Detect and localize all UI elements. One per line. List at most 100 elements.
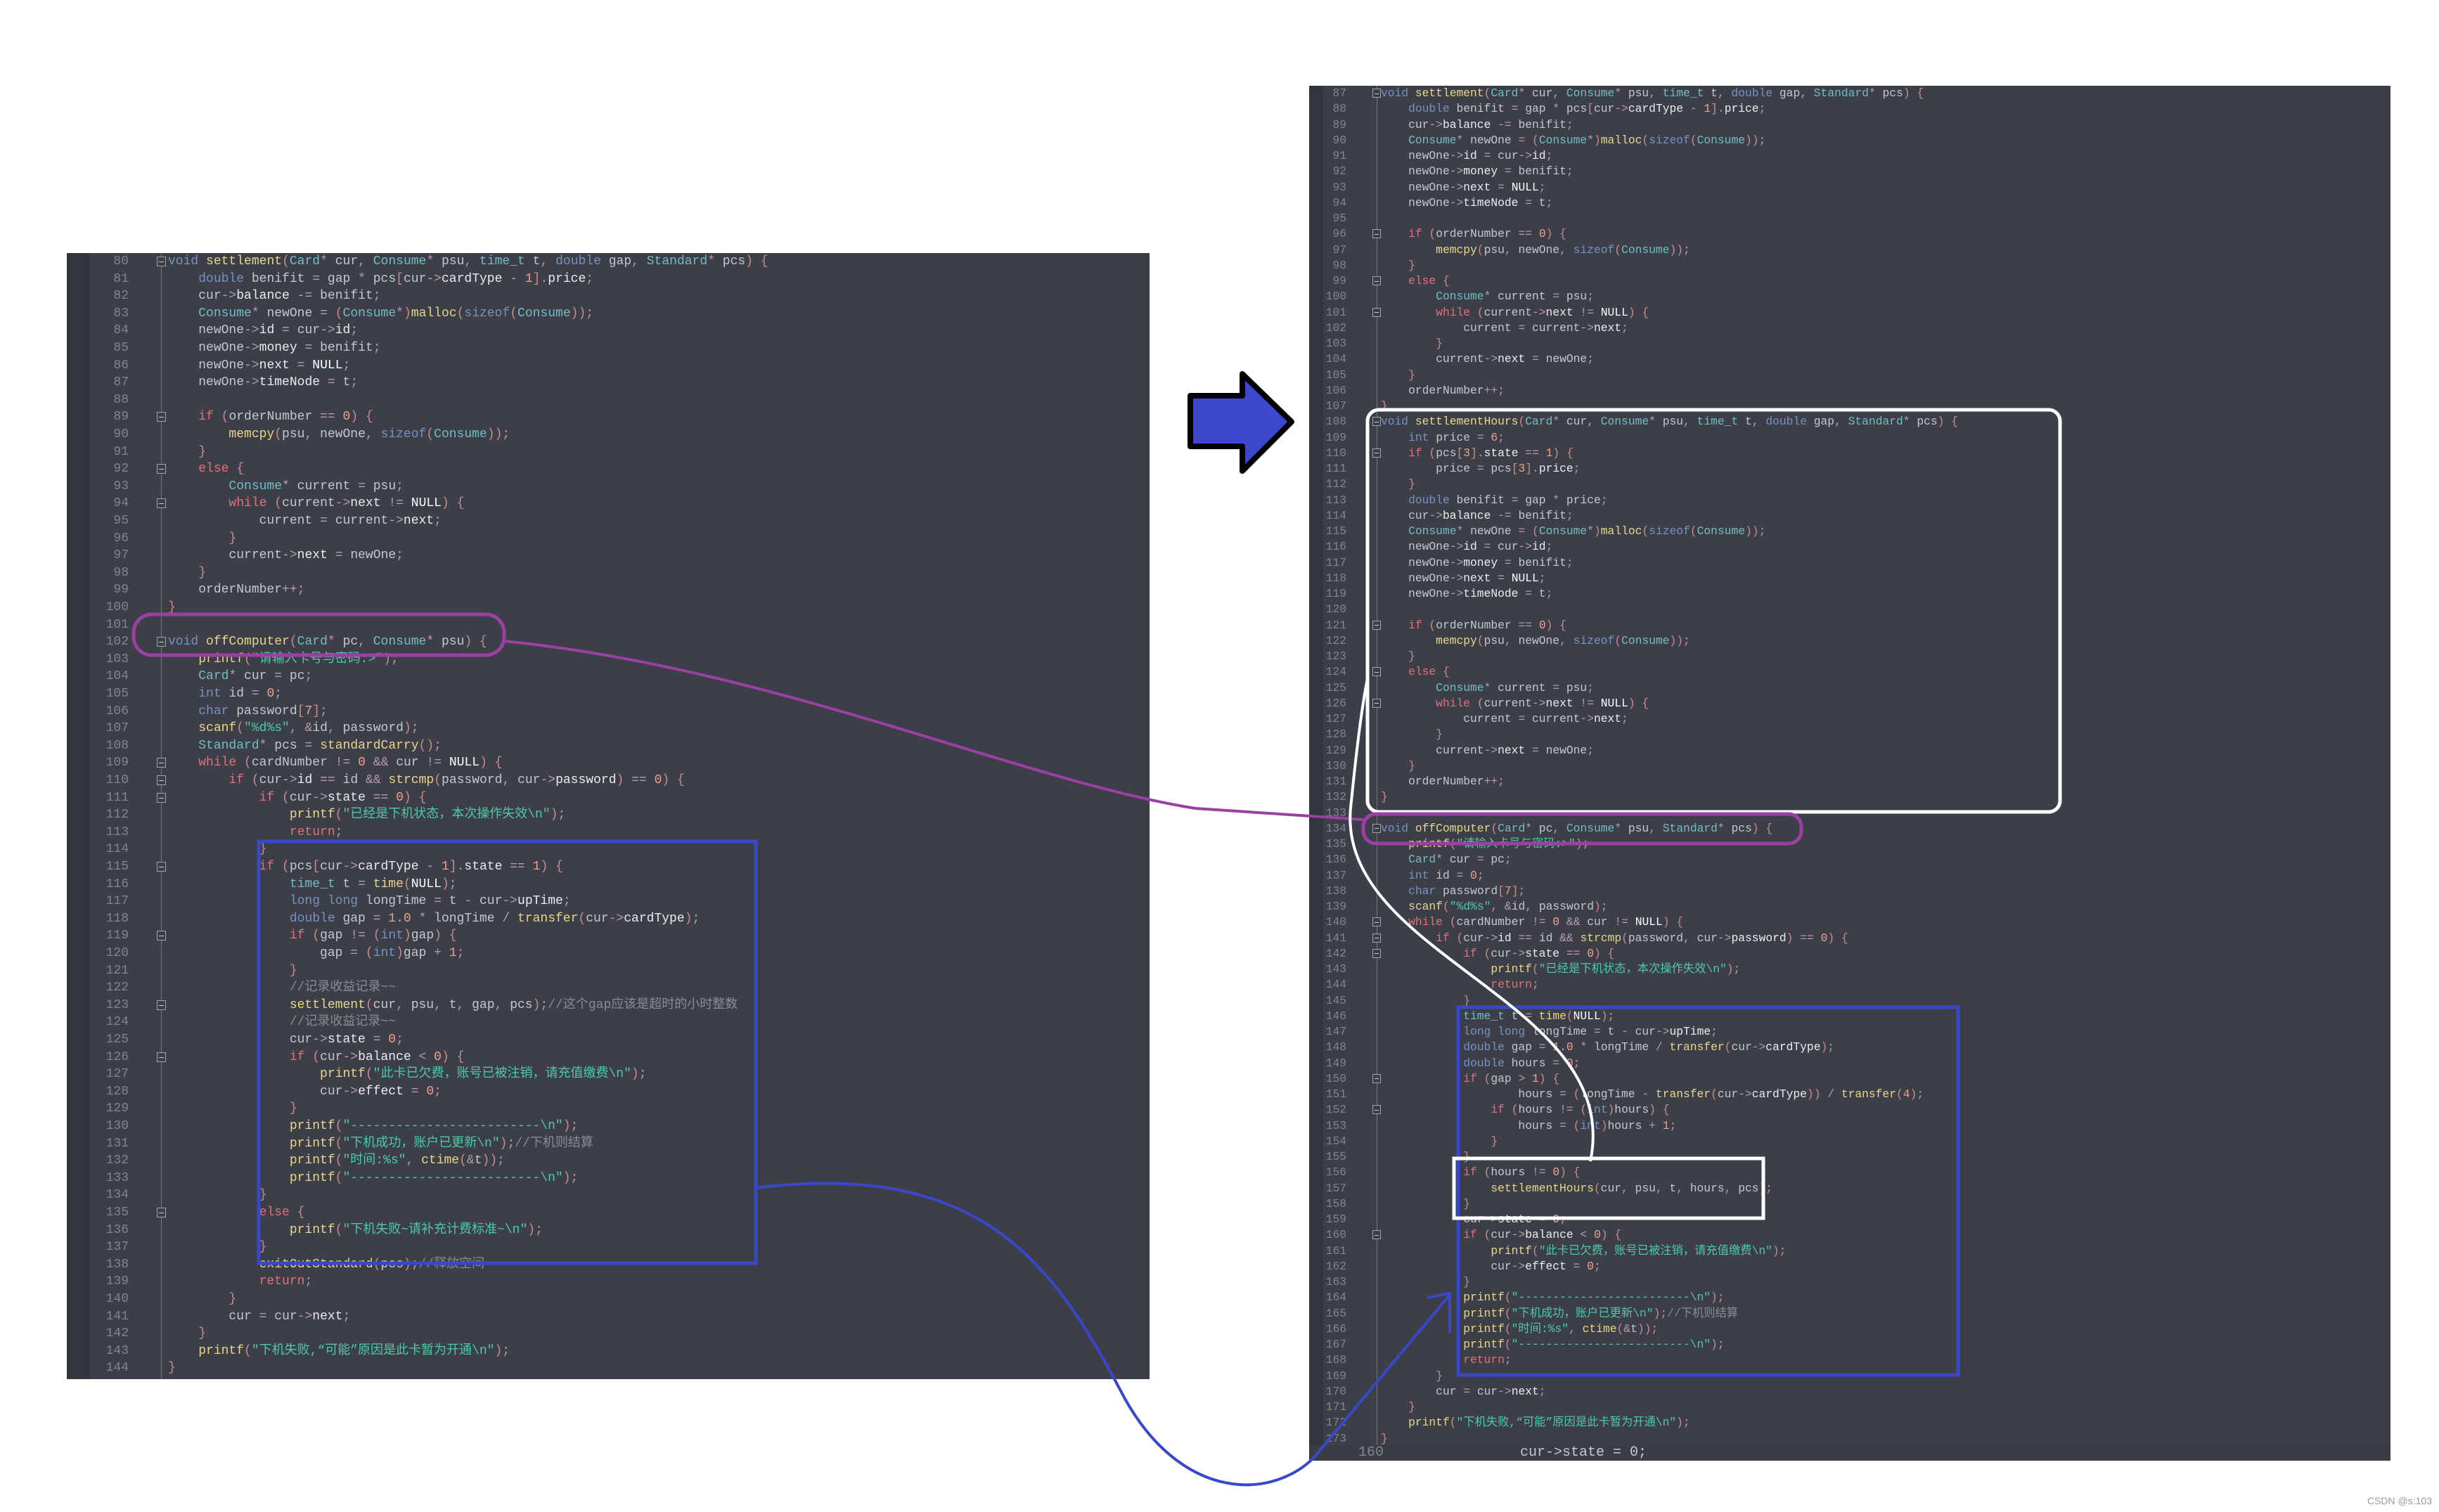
code-text[interactable]: while (cardNumber != 0 && cur != NULL) {: [168, 754, 502, 772]
fold-collapse-icon[interactable]: [157, 1000, 166, 1010]
code-text[interactable]: printf("-------------------------\n");: [168, 1118, 579, 1135]
code-text[interactable]: Standard* pcs = standardCarry();: [168, 737, 442, 755]
code-text[interactable]: //记录收益记录~~: [168, 1014, 396, 1031]
code-text[interactable]: Consume* current = psu;: [168, 478, 404, 496]
code-text[interactable]: Consume* current = psu;: [1381, 289, 1594, 304]
code-text[interactable]: current->next = newOne;: [1381, 743, 1594, 758]
code-text[interactable]: //记录收益记录~~: [168, 979, 396, 997]
code-text[interactable]: }: [1381, 789, 1388, 805]
fold-collapse-icon[interactable]: [157, 637, 166, 647]
fold-collapse-icon[interactable]: [1372, 1105, 1381, 1115]
code-text[interactable]: printf("时间:%s", ctime(&t));: [1381, 1322, 1658, 1337]
fold-collapse-icon[interactable]: [157, 412, 166, 422]
code-text[interactable]: else {: [1381, 664, 1450, 680]
fold-collapse-icon[interactable]: [1372, 698, 1381, 708]
code-text[interactable]: orderNumber++;: [1381, 774, 1505, 789]
code-text[interactable]: int id = 0;: [168, 685, 282, 703]
code-text[interactable]: if (pcs[3].state == 1) {: [1381, 446, 1574, 461]
code-text[interactable]: }: [168, 962, 297, 980]
code-text[interactable]: double hours = 0;: [1381, 1056, 1580, 1071]
code-text[interactable]: current = current->next;: [1381, 321, 1628, 336]
code-text[interactable]: else {: [1381, 273, 1450, 289]
code-text[interactable]: }: [168, 444, 206, 461]
code-text[interactable]: cur->balance -= benifit;: [1381, 117, 1574, 133]
code-text[interactable]: printf("下机失败,“可能”原因是此卡暂为开通\n");: [168, 1343, 510, 1360]
fold-collapse-icon[interactable]: [157, 931, 166, 941]
code-text[interactable]: scanf("%d%s", &id, password);: [168, 720, 418, 737]
code-text[interactable]: current->next = newOne;: [1381, 351, 1594, 367]
fold-collapse-icon[interactable]: [1372, 89, 1381, 98]
code-text[interactable]: while (current->next != NULL) {: [168, 495, 464, 512]
code-text[interactable]: exitOutStandard(pcs);//释放空间: [168, 1256, 484, 1274]
code-text[interactable]: if (pcs[cur->cardType - 1].state == 1) {: [168, 858, 563, 876]
code-text[interactable]: memcpy(psu, newOne, sizeof(Consume));: [1381, 633, 1690, 649]
code-text[interactable]: long long longTime = t - cur->upTime;: [168, 893, 571, 910]
code-text[interactable]: }: [168, 841, 267, 858]
code-text[interactable]: cur->effect = 0;: [1381, 1259, 1600, 1274]
code-text[interactable]: price = pcs[3].price;: [1381, 461, 1580, 477]
code-text[interactable]: printf("下机成功，账户已更新\n");//下机则结算: [168, 1135, 593, 1153]
code-text[interactable]: Consume* current = psu;: [1381, 680, 1594, 696]
code-text[interactable]: scanf("%d%s", &id, password);: [1381, 899, 1607, 915]
fold-collapse-icon[interactable]: [157, 862, 166, 872]
code-text[interactable]: newOne->timeNode = t;: [168, 374, 358, 392]
code-text[interactable]: printf("此卡已欠费，账号已被注销，请充值缴费\n");: [1381, 1243, 1786, 1259]
code-text[interactable]: if (gap != (int)gap) {: [168, 927, 457, 945]
code-text[interactable]: }: [168, 1359, 176, 1377]
code-text[interactable]: if (cur->id == id && strcmp(password, cu…: [168, 772, 684, 789]
fold-collapse-icon[interactable]: [157, 464, 166, 474]
code-text[interactable]: memcpy(psu, newOne, sizeof(Consume));: [168, 426, 510, 444]
code-text[interactable]: }: [1381, 399, 1388, 414]
code-text[interactable]: orderNumber++;: [1381, 383, 1505, 399]
code-text[interactable]: if (gap > 1) {: [1381, 1071, 1559, 1087]
code-text[interactable]: gap = (int)gap + 1;: [168, 945, 464, 962]
code-text[interactable]: }: [1381, 993, 1470, 1009]
code-text[interactable]: return;: [168, 824, 343, 841]
code-text[interactable]: if (orderNumber == 0) {: [168, 408, 373, 426]
code-text[interactable]: }: [1381, 1196, 1470, 1212]
fold-collapse-icon[interactable]: [1372, 1230, 1381, 1240]
code-text[interactable]: double gap = 1.0 * longTime / transfer(c…: [1381, 1040, 1834, 1055]
code-text[interactable]: while (cardNumber != 0 && cur != NULL) {: [1381, 915, 1683, 930]
code-text[interactable]: }: [168, 1291, 236, 1308]
code-text[interactable]: while (current->next != NULL) {: [1381, 696, 1649, 711]
code-text[interactable]: }: [1381, 1134, 1498, 1149]
code-text[interactable]: double benifit = gap * pcs[cur->cardType…: [168, 271, 593, 288]
code-text[interactable]: }: [1381, 336, 1443, 351]
code-text[interactable]: cur->effect = 0;: [168, 1083, 442, 1101]
code-text[interactable]: if (cur->state == 0) {: [168, 789, 427, 807]
code-text[interactable]: return;: [1381, 1352, 1511, 1368]
code-text[interactable]: newOne->money = benifit;: [168, 340, 380, 357]
code-text[interactable]: else {: [168, 460, 244, 478]
fold-collapse-icon[interactable]: [1372, 448, 1381, 458]
code-text[interactable]: Consume* newOne = (Consume*)malloc(sizeo…: [168, 305, 593, 323]
fold-collapse-icon[interactable]: [1372, 933, 1381, 943]
code-text[interactable]: if (cur->balance < 0) {: [168, 1049, 465, 1066]
code-text[interactable]: printf("时间:%s", ctime(&t));: [168, 1152, 505, 1170]
code-text[interactable]: cur->balance -= benifit;: [168, 287, 380, 305]
code-text[interactable]: settlement(cur, psu, t, gap, pcs);//这个ga…: [168, 997, 738, 1014]
code-text[interactable]: newOne->id = cur->id;: [1381, 539, 1552, 555]
code-text[interactable]: Card* cur = pc;: [168, 668, 312, 685]
code-text[interactable]: }: [1381, 649, 1415, 664]
code-text[interactable]: hours = (longTime - transfer(cur->cardTy…: [1381, 1087, 1924, 1102]
code-text[interactable]: printf("下机失败~请补充计费标准~\n");: [168, 1222, 543, 1239]
code-text[interactable]: newOne->next = NULL;: [168, 357, 350, 375]
code-text[interactable]: newOne->id = cur->id;: [1381, 148, 1552, 164]
code-text[interactable]: }: [1381, 477, 1415, 492]
code-text[interactable]: printf("下机成功，账户已更新\n");//下机则结算: [1381, 1306, 1738, 1322]
code-text[interactable]: long long longTime = t - cur->upTime;: [1381, 1024, 1718, 1040]
code-text[interactable]: }: [168, 1239, 267, 1256]
fold-collapse-icon[interactable]: [1372, 948, 1381, 958]
fold-collapse-icon[interactable]: [157, 1208, 166, 1217]
code-text[interactable]: double gap = 1.0 * longTime / transfer(c…: [168, 910, 700, 928]
code-text[interactable]: newOne->timeNode = t;: [1381, 586, 1552, 602]
fold-collapse-icon[interactable]: [157, 1052, 166, 1062]
fold-collapse-icon[interactable]: [1372, 307, 1381, 317]
code-text[interactable]: }: [168, 530, 236, 548]
code-text[interactable]: double benifit = gap * price;: [1381, 493, 1607, 508]
code-text[interactable]: if (cur->id == id && strcmp(password, cu…: [1381, 931, 1848, 946]
code-text[interactable]: if (hours != 0) {: [1381, 1165, 1580, 1180]
code-text[interactable]: settlementHours(cur, psu, t, hours, pcs)…: [1381, 1181, 1772, 1196]
code-text[interactable]: else {: [168, 1204, 305, 1222]
